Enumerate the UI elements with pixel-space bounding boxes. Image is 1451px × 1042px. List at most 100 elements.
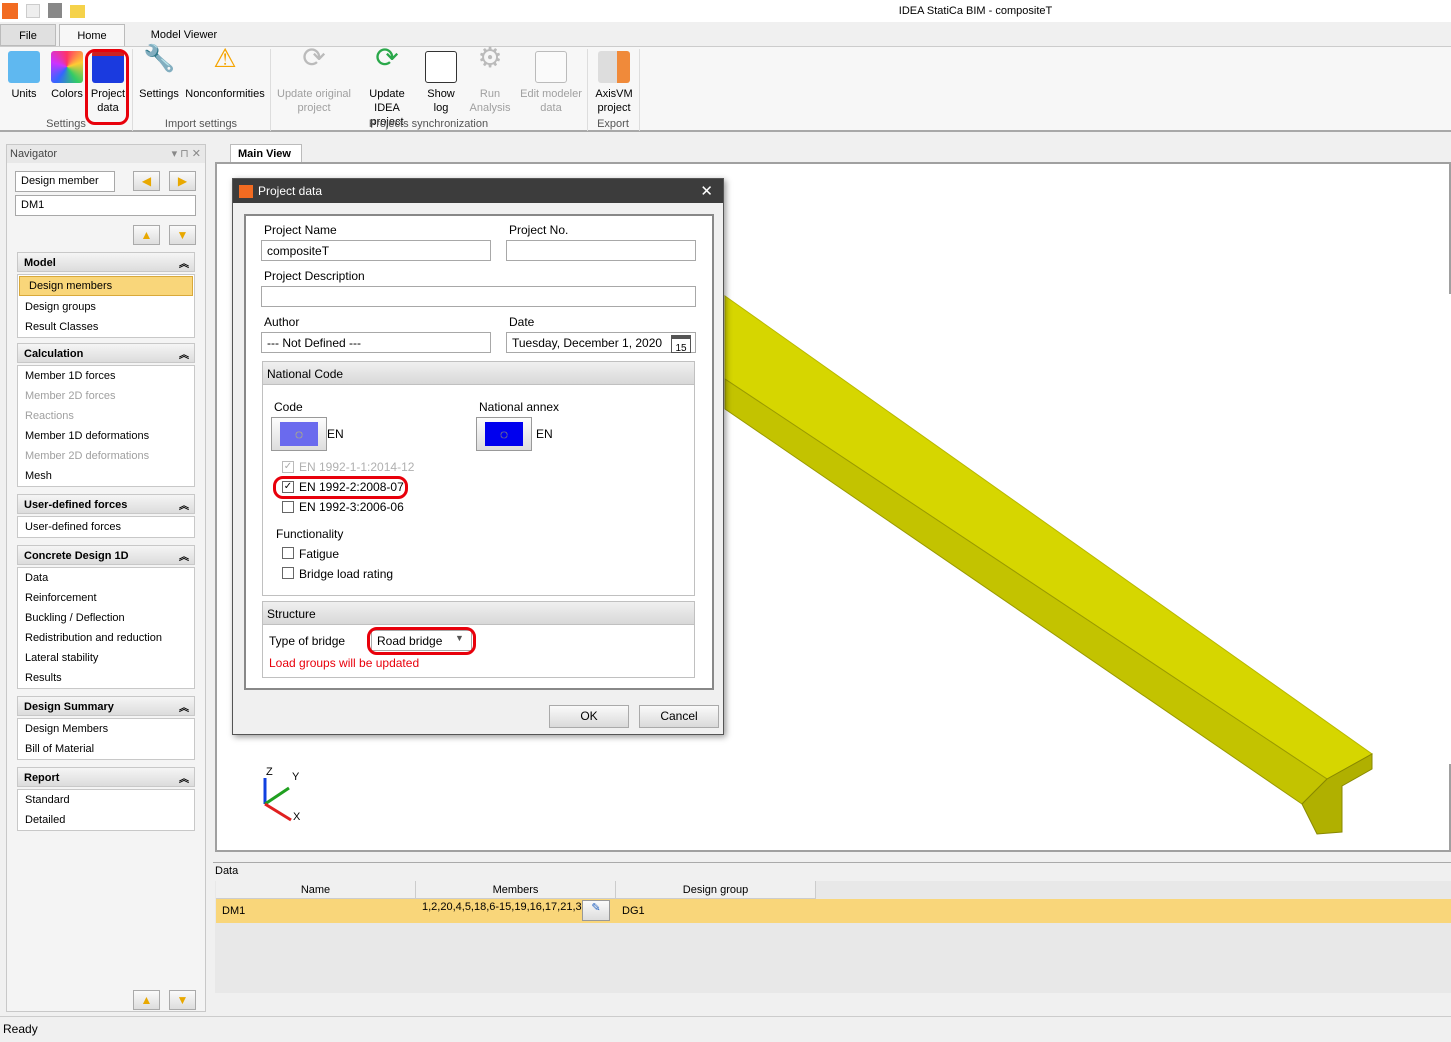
date-input[interactable]: Tuesday, December 1, 2020 (506, 332, 696, 353)
nav-item[interactable]: Results (18, 668, 194, 688)
nav-item[interactable]: Detailed (18, 810, 194, 830)
nav-item[interactable]: Member 2D forces (18, 386, 194, 406)
nav-section-items: Design Members Bill of Material (17, 718, 195, 760)
label: Nonconformities (185, 88, 265, 100)
standard-checkbox-3[interactable] (282, 501, 294, 513)
warning-icon: ⚠ (213, 43, 237, 73)
collapse-icon[interactable]: ︽ (179, 255, 189, 270)
label: AxisVM (595, 88, 633, 100)
nav-item[interactable]: Standard (18, 790, 194, 810)
bridge-load-rating-checkbox[interactable] (282, 567, 294, 579)
sync-icon: ⟳ (375, 42, 399, 73)
section-title: Design Summary (24, 701, 114, 713)
axis-triad: Z Y X (263, 766, 301, 823)
nav-section-header[interactable]: Design Summary ︽ (17, 696, 195, 716)
units-icon (8, 51, 40, 83)
fatigue-checkbox[interactable] (282, 547, 294, 559)
nav-item[interactable]: Member 1D forces (18, 366, 194, 386)
group-label-export: Export (597, 118, 629, 130)
units-button[interactable]: Units (6, 51, 42, 101)
move-up-button[interactable]: ▲ (133, 225, 160, 245)
nav-item[interactable]: Reinforcement (18, 588, 194, 608)
app-logo-icon (239, 185, 253, 198)
pin-close-icons[interactable]: ▾ ⊓ ✕ (172, 147, 201, 160)
data-panel-title: Data (215, 865, 239, 877)
description-input[interactable] (261, 286, 696, 307)
nav-section-header[interactable]: Concrete Design 1D ︽ (17, 545, 195, 565)
section-title: Concrete Design 1D (24, 550, 129, 562)
nav-section-header[interactable]: Model ︽ (17, 252, 195, 272)
label: log (433, 102, 449, 114)
nav-item[interactable]: Design members (19, 276, 193, 296)
member-select[interactable]: DM1 (15, 195, 196, 216)
collapse-icon[interactable]: ︽ (179, 699, 189, 714)
nav-section-header[interactable]: Calculation ︽ (17, 343, 195, 363)
label: Update original (277, 88, 351, 100)
label: project (597, 102, 631, 114)
tab-home[interactable]: Home (59, 24, 125, 47)
ribbon: Units Colors Project data 🔧 Settings ⚠ Nonc… (0, 42, 1451, 132)
nav-item[interactable]: Member 1D deformations (18, 426, 194, 446)
title-bar: IDEA StatiCa BIM - compositeT (0, 0, 1451, 22)
colors-button[interactable]: Colors (48, 51, 86, 101)
collapse-icon[interactable]: ︽ (179, 346, 189, 361)
fatigue-label: Fatigue (299, 547, 340, 561)
data-panel: Data Name Members Design group DM1 1,2,2… (213, 862, 1451, 1012)
sync-icon: ⟳ (302, 42, 326, 73)
cancel-button[interactable]: Cancel (639, 705, 719, 728)
previous-button[interactable]: ◀ (133, 171, 160, 191)
axisvm-project-button[interactable]: AxisVM project (592, 51, 636, 115)
tab-main-view[interactable]: Main View (230, 144, 302, 162)
column-header-name[interactable]: Name (216, 881, 416, 899)
run-analysis-button[interactable]: ⚙ Run Analysis (466, 44, 514, 115)
scroll-up-button[interactable]: ▲ (133, 990, 160, 1010)
nav-item[interactable]: Bill of Material (18, 739, 194, 759)
collapse-icon[interactable]: ︽ (179, 548, 189, 563)
nav-item[interactable]: Buckling / Deflection (18, 608, 194, 628)
annex-button[interactable]: ◌ (476, 417, 532, 451)
nav-item[interactable]: Data (18, 568, 194, 588)
tab-file[interactable]: File (0, 24, 56, 46)
edit-modeler-data-button[interactable]: Edit modeler data (520, 51, 582, 115)
show-log-button[interactable]: Show log (424, 51, 458, 115)
edit-members-button[interactable]: ✎ (582, 900, 610, 921)
code-button[interactable]: ◌ (271, 417, 327, 451)
calendar-icon[interactable]: 15 (671, 335, 691, 354)
move-down-button[interactable]: ▼ (169, 225, 196, 245)
project-name-input[interactable]: compositeT (261, 240, 491, 261)
table-row[interactable]: DM1 1,2,20,4,5,18,6-15,19,16,17,21,3 ✎ D… (216, 899, 1451, 923)
nav-item[interactable]: Reactions (18, 406, 194, 426)
nav-item[interactable]: Mesh (18, 466, 194, 486)
nav-item[interactable]: Result Classes (18, 317, 194, 337)
author-input[interactable]: --- Not Defined --- (261, 332, 491, 353)
nav-item[interactable]: Lateral stability (18, 648, 194, 668)
nav-item[interactable]: Design Members (18, 719, 194, 739)
type-select[interactable]: Design member (15, 171, 115, 192)
import-settings-button[interactable]: 🔧 Settings (137, 45, 181, 101)
nav-section-header[interactable]: Report ︽ (17, 767, 195, 787)
nav-section-header[interactable]: User-defined forces ︽ (17, 494, 195, 514)
update-original-project-button[interactable]: ⟳ Update original project (276, 42, 352, 115)
column-header-group[interactable]: Design group (616, 881, 816, 899)
edit-icon (535, 51, 567, 83)
nav-item[interactable]: Design groups (18, 297, 194, 317)
nav-item[interactable]: Redistribution and reduction (18, 628, 194, 648)
warning-text: Load groups will be updated (269, 656, 420, 670)
nav-section-items: Member 1D forces Member 2D forces Reaction… (17, 365, 195, 487)
nav-item[interactable]: User-defined forces (18, 517, 194, 537)
collapse-icon[interactable]: ︽ (179, 770, 189, 785)
scroll-down-button[interactable]: ▼ (169, 990, 196, 1010)
collapse-icon[interactable]: ︽ (179, 497, 189, 512)
nav-item[interactable]: Member 2D deformations (18, 446, 194, 466)
eu-flag-icon: ◌ (280, 422, 318, 446)
column-header-members[interactable]: Members (416, 881, 616, 899)
nav-section-items: Design members Design groups Result Classe… (17, 274, 195, 338)
ok-button[interactable]: OK (549, 705, 629, 728)
close-icon[interactable]: ✕ (700, 182, 713, 200)
project-no-input[interactable] (506, 240, 696, 261)
cell-name: DM1 (222, 905, 246, 917)
nonconformities-button[interactable]: ⚠ Nonconformities (184, 43, 266, 101)
next-button[interactable]: ▶ (169, 171, 196, 191)
annex-label: National annex (479, 400, 560, 414)
window-title: IDEA StatiCa BIM - compositeT (898, 5, 1053, 17)
